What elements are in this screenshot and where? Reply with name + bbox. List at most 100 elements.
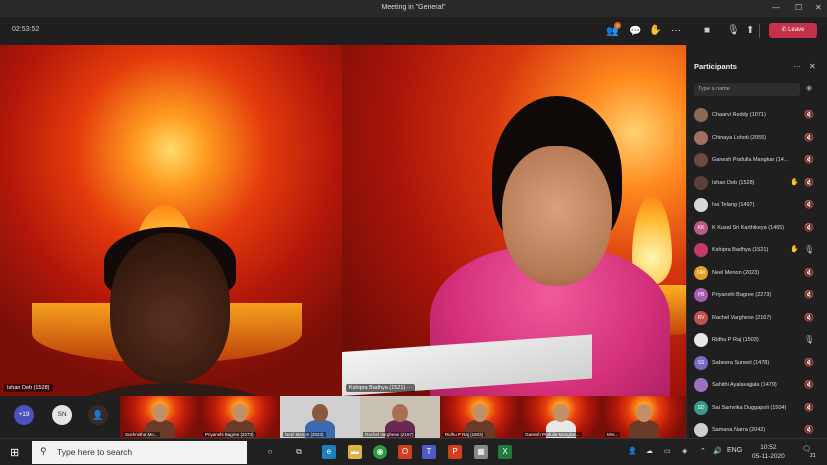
taskbar-clock[interactable]: 10:52 05-11-2020: [752, 443, 785, 461]
minimize-button[interactable]: —: [772, 3, 780, 12]
calculator-icon[interactable]: ▦: [474, 445, 488, 459]
people-icon[interactable]: 👤: [628, 447, 637, 455]
mic-muted-icon[interactable]: 🔇: [804, 313, 814, 322]
participant-row[interactable]: RV Rachel Varghese (2167) 🔇: [694, 308, 818, 330]
gallery-tile[interactable]: Mrs...: [602, 396, 686, 438]
mic-muted-icon[interactable]: 🔇: [804, 380, 814, 389]
more-actions-icon[interactable]: ···: [671, 25, 681, 36]
participant-row[interactable]: SS Sabeera Suneet (1478) 🔇: [694, 353, 818, 375]
participant-name: Ridhu P Raj (1503): [712, 337, 759, 343]
overflow-participants-button[interactable]: +19: [14, 405, 34, 425]
dropbox-icon[interactable]: ◈: [682, 447, 687, 455]
participant-row[interactable]: Kshipra Badhya (1521) 🎙 ✋: [694, 240, 818, 262]
person-face: [110, 233, 230, 383]
file-explorer-icon[interactable]: ▬: [348, 445, 362, 459]
mic-muted-icon[interactable]: 🔇: [804, 358, 814, 367]
eye-icon[interactable]: ◉: [806, 84, 812, 92]
mic-muted-icon[interactable]: 🔇: [804, 268, 814, 277]
taskbar-search-box[interactable]: ⚲ Type here to search: [32, 441, 247, 464]
language-indicator[interactable]: ENG: [727, 447, 742, 454]
participant-row[interactable]: Chaarvi Reddy (1071) 🔇: [694, 105, 818, 127]
video-tile-left[interactable]: [0, 45, 342, 396]
mic-muted-icon[interactable]: 🔇: [804, 223, 814, 232]
avatar-sn[interactable]: SN: [52, 405, 72, 425]
show-hidden-icons-icon[interactable]: ⌃: [700, 447, 706, 455]
participant-row[interactable]: KK K Kusal Sri Karthikeya (1465) 🔇: [694, 218, 818, 240]
powerpoint-icon[interactable]: P: [448, 445, 462, 459]
leave-button[interactable]: ✆ Leave: [769, 23, 817, 38]
mic-muted-icon[interactable]: 🔇: [804, 200, 814, 209]
person-face: [152, 404, 168, 422]
mic-muted-icon[interactable]: 🔇: [804, 178, 814, 187]
participant-avatar: [694, 423, 708, 437]
participant-avatar: SS: [694, 355, 708, 370]
video-name-label: Kshipra Badhya (1521) ···: [346, 384, 416, 392]
excel-icon[interactable]: X: [498, 445, 512, 459]
network-icon[interactable]: ▭: [664, 447, 671, 455]
participant-name: Sahithi Ayalavajjala (1479): [712, 382, 777, 388]
weather-icon[interactable]: ☁: [646, 447, 653, 455]
participant-video-person: [58, 227, 288, 396]
chrome-icon[interactable]: ◉: [373, 445, 387, 459]
participant-row[interactable]: Ishan Deb (1528) 🔇 ✋: [694, 173, 818, 195]
participant-row[interactable]: Iva Telang (1497) 🔇: [694, 195, 818, 217]
gallery-tile[interactable]: Neel Menon (2023): [280, 396, 360, 438]
mic-muted-icon[interactable]: 🔇: [804, 403, 814, 412]
microphone-icon[interactable]: 🎙: [727, 25, 740, 36]
participant-search-input[interactable]: Type a name: [694, 83, 800, 96]
participant-row[interactable]: Ganesh Prafulla Mangkar (14... 🔇: [694, 150, 818, 172]
mic-muted-icon[interactable]: 🔇: [804, 155, 814, 164]
mic-muted-icon[interactable]: 🔇: [804, 290, 814, 299]
notifications-icon[interactable]: 🗨: [802, 445, 811, 453]
participant-row[interactable]: SD Sai Samvika Duggapoli (1504) 🔇: [694, 398, 818, 420]
participant-name: Sabeera Suneet (1478): [712, 359, 770, 366]
edge-icon[interactable]: e: [322, 445, 336, 459]
teams-icon[interactable]: T: [422, 445, 436, 459]
participant-row[interactable]: NM Neel Menon (2023) 🔇: [694, 263, 818, 285]
gallery-tile[interactable]: Ganesh Prafulla Mangkar...: [520, 396, 602, 438]
mic-muted-icon[interactable]: 🔇: [804, 425, 814, 434]
gallery-tile[interactable]: Ridhu P Raj (1503): [440, 396, 520, 438]
leave-label: Leave: [788, 27, 805, 33]
participant-row[interactable]: Sahithi Ayalavajjala (1479) 🔇: [694, 375, 818, 397]
participant-avatar: PB: [694, 288, 708, 302]
panel-close-icon[interactable]: ✕: [809, 62, 816, 71]
chat-icon[interactable]: 💬: [629, 26, 641, 37]
avatar-photo[interactable]: 👤: [88, 405, 108, 425]
cortana-icon[interactable]: ○: [263, 445, 277, 459]
speaker-icon[interactable]: 🔊: [713, 447, 722, 455]
participant-row[interactable]: Ridhu P Raj (1503) 🎙: [694, 330, 818, 352]
person-shirt: [629, 420, 659, 438]
participant-avatar: KK: [694, 220, 708, 235]
gallery-tile[interactable]: Sushmitha Mo...: [120, 396, 200, 438]
panel-more-icon[interactable]: ···: [793, 62, 801, 71]
window-titlebar: Meeting in "General" — ☐ ✕: [0, 0, 827, 17]
participant-row[interactable]: PB Priyanshi Bagree (2273) 🔇: [694, 285, 818, 307]
office-icon[interactable]: O: [398, 445, 412, 459]
mic-muted-icon[interactable]: 🔇: [804, 110, 814, 119]
task-view-icon[interactable]: ⧉: [292, 445, 306, 459]
participants-count-badge: 4: [614, 22, 621, 29]
participant-avatar: [694, 378, 708, 392]
gallery-tile[interactable]: Rachel Varghese (2167): [360, 396, 440, 438]
participant-name: Sai Samvika Duggapoli (1504): [712, 404, 787, 411]
meeting-timer: 02:53:52: [12, 26, 40, 33]
participant-name: Rachel Varghese (2167): [712, 314, 772, 321]
participant-avatar: [694, 243, 708, 257]
share-screen-icon[interactable]: ⬆: [746, 25, 754, 36]
mic-on-icon[interactable]: 🎙: [804, 245, 814, 254]
window-title: Meeting in "General": [381, 4, 446, 11]
gallery-tile[interactable]: Priyanshi Bagree (2273): [200, 396, 280, 438]
mic-on-icon[interactable]: 🎙: [804, 335, 814, 344]
person-face: [232, 404, 248, 422]
toolbar-divider: [759, 24, 760, 38]
raise-hand-icon[interactable]: ✋: [649, 25, 661, 36]
mic-muted-icon[interactable]: 🔇: [804, 133, 814, 142]
windows-start-icon[interactable]: ⊞: [10, 446, 19, 459]
participant-row[interactable]: Chinaya Lohoti (2055) 🔇: [694, 128, 818, 150]
close-window-button[interactable]: ✕: [815, 3, 822, 12]
maximize-button[interactable]: ☐: [795, 3, 802, 12]
camera-icon[interactable]: ■: [704, 25, 710, 36]
participants-panel: Participants ··· ✕ Type a name ◉ Chaarvi…: [686, 45, 827, 438]
participant-avatar: [694, 108, 708, 122]
